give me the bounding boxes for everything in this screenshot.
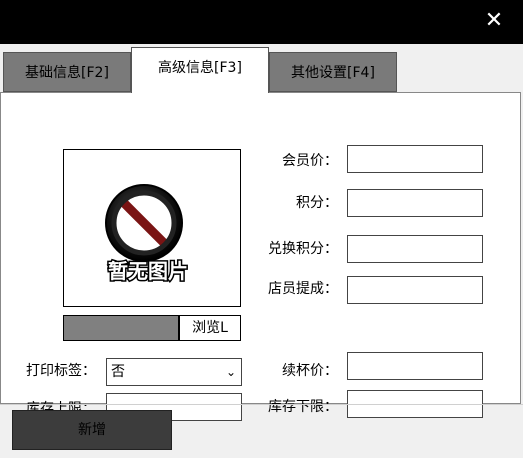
points-label: 积分： [296,195,338,211]
no-image-icon: 暂无图片 [105,184,190,285]
redeem-points-field[interactable] [347,235,483,263]
member-price-field[interactable] [347,145,483,173]
redeem-points-label: 兑换积分： [268,241,338,257]
dialog-body: 基础信息[F2] 高级信息[F3] 其他设置[F4] 暂无图片 浏览L 会员价：… [0,44,523,458]
advanced-info-panel: 暂无图片 浏览L 会员价： 积分： 兑换积分： 店员提成： 打印标签： 否 ⌄ … [0,92,521,421]
refill-price-field[interactable] [347,352,483,380]
member-price-label: 会员价： [282,153,338,169]
points-field[interactable] [347,189,483,217]
footer-divider [0,404,523,405]
product-image-frame: 暂无图片 [63,149,241,307]
stock-lower-label: 库存下限： [268,399,338,415]
staff-commission-field[interactable] [347,276,483,304]
title-bar: ✕ [0,0,523,44]
tab-other-settings[interactable]: 其他设置[F4] [269,52,397,92]
print-label-value: 否 [111,364,125,380]
no-image-caption: 暂无图片 [108,259,188,283]
print-label-label: 打印标签： [26,363,96,379]
chevron-down-icon: ⌄ [225,365,236,379]
browse-button[interactable]: 浏览L [179,315,241,341]
tab-advanced-info[interactable]: 高级信息[F3] [131,47,269,93]
add-button[interactable]: 新增 [12,410,172,450]
image-path-box [63,315,179,341]
staff-commission-label: 店员提成： [268,281,338,297]
print-label-select[interactable]: 否 ⌄ [106,358,242,386]
refill-price-label: 续杯价： [282,363,338,379]
tab-basic-info[interactable]: 基础信息[F2] [3,52,131,92]
close-button[interactable]: ✕ [481,8,507,34]
